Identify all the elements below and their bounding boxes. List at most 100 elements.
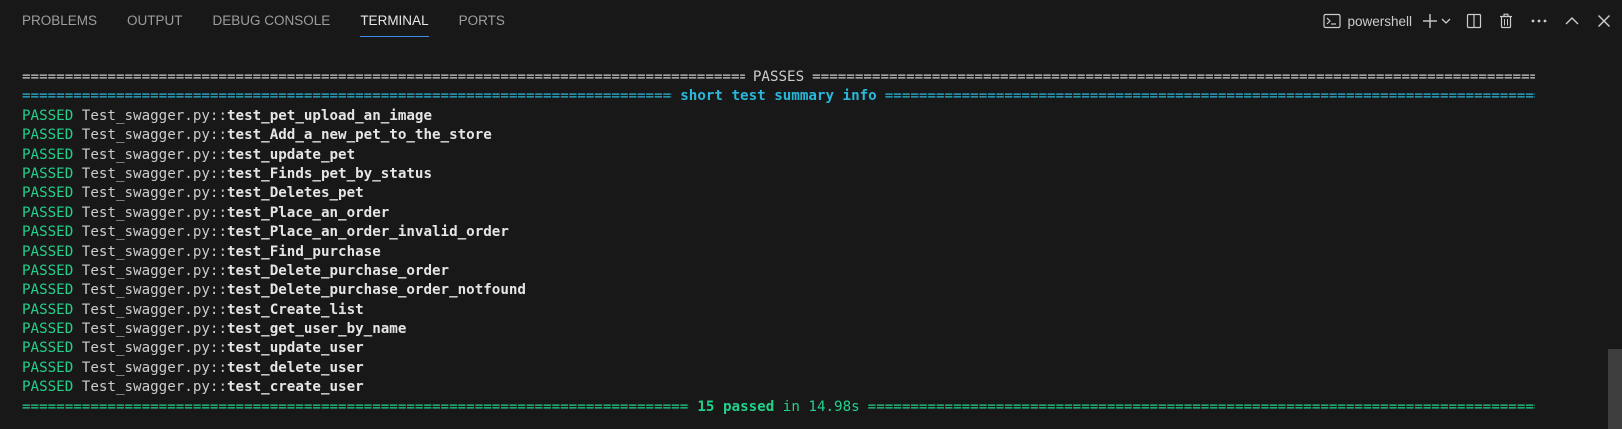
test-name: test_pet_upload_an_image — [227, 107, 433, 124]
test-separator: :: — [209, 262, 228, 279]
panel-tabs: PROBLEMS OUTPUT DEBUG CONSOLE TERMINAL P… — [22, 0, 535, 42]
duration: in 14.98s — [782, 398, 860, 415]
test-result-line: PASSED Test_swagger.py::test_Delete_purc… — [22, 262, 1592, 281]
test-result-line: PASSED Test_swagger.py::test_Add_a_new_p… — [22, 126, 1592, 145]
test-result-line: PASSED Test_swagger.py::test_create_user — [22, 378, 1592, 397]
test-file: Test_swagger.py — [81, 321, 210, 338]
terminal-scrollbar[interactable] — [1608, 42, 1622, 429]
test-separator: :: — [209, 146, 228, 163]
maximize-panel-button[interactable] — [1564, 7, 1580, 35]
test-status: PASSED — [22, 185, 74, 202]
chevron-up-icon — [1564, 13, 1580, 29]
test-result-line: PASSED Test_swagger.py::test_Find_purcha… — [22, 243, 1592, 262]
test-status: PASSED — [22, 301, 74, 318]
test-result-line: PASSED Test_swagger.py::test_update_user — [22, 339, 1592, 358]
test-separator: :: — [209, 321, 228, 338]
test-status: PASSED — [22, 262, 74, 279]
test-status: PASSED — [22, 165, 74, 182]
test-result-line: PASSED Test_swagger.py::test_get_user_by… — [22, 320, 1592, 339]
test-separator: :: — [209, 359, 228, 376]
test-name: test_Delete_purchase_order — [227, 262, 450, 279]
test-name: test_Finds_pet_by_status — [227, 165, 433, 182]
test-name: test_delete_user — [227, 359, 364, 376]
test-separator: :: — [209, 185, 228, 202]
terminal-icon — [1323, 13, 1342, 29]
test-file: Test_swagger.py — [81, 282, 210, 299]
more-actions-button[interactable] — [1530, 7, 1548, 35]
test-file: Test_swagger.py — [81, 185, 210, 202]
test-status: PASSED — [22, 127, 74, 144]
terminal-panel: PROBLEMS OUTPUT DEBUG CONSOLE TERMINAL P… — [0, 0, 1622, 429]
test-file: Test_swagger.py — [81, 107, 210, 124]
test-status: PASSED — [22, 379, 74, 396]
test-result-line: PASSED Test_swagger.py::test_Place_an_or… — [22, 204, 1592, 223]
split-terminal-button[interactable] — [1466, 7, 1482, 35]
test-separator: :: — [209, 165, 228, 182]
test-status: PASSED — [22, 107, 74, 124]
test-file: Test_swagger.py — [81, 359, 210, 376]
test-name: test_create_user — [227, 379, 364, 396]
close-panel-button[interactable] — [1596, 7, 1612, 35]
chevron-down-icon — [1440, 15, 1452, 27]
test-name: test_Deletes_pet — [227, 185, 364, 202]
scrollbar-thumb[interactable] — [1608, 349, 1622, 429]
test-file: Test_swagger.py — [81, 379, 210, 396]
test-result-line: PASSED Test_swagger.py::test_update_pet — [22, 146, 1592, 165]
test-separator: :: — [209, 243, 228, 260]
terminal-launch-profile-button[interactable] — [1440, 7, 1452, 35]
test-file: Test_swagger.py — [81, 204, 210, 221]
tab-problems[interactable]: PROBLEMS — [22, 0, 97, 42]
test-separator: :: — [209, 340, 228, 357]
test-file: Test_swagger.py — [81, 165, 210, 182]
test-name: test_Create_list — [227, 301, 364, 318]
shell-label: powershell — [1347, 13, 1412, 29]
test-result-line: PASSED Test_swagger.py::test_Delete_purc… — [22, 281, 1592, 300]
passes-separator: ========================================… — [22, 68, 1535, 87]
test-file: Test_swagger.py — [81, 301, 210, 318]
footer-separator: ========================================… — [22, 398, 1535, 417]
test-name: test_Place_an_order — [227, 204, 390, 221]
tab-ports[interactable]: PORTS — [459, 0, 505, 42]
test-result-line: PASSED Test_swagger.py::test_Place_an_or… — [22, 223, 1592, 242]
test-file: Test_swagger.py — [81, 224, 210, 241]
test-separator: :: — [209, 379, 228, 396]
passes-header: PASSES — [752, 69, 805, 85]
footer-summary: 15 passed in 14.98s — [689, 398, 867, 417]
test-separator: :: — [209, 127, 228, 144]
test-name: test_Find_purchase — [227, 243, 381, 260]
summary-separator: ========================================… — [22, 87, 1535, 106]
test-result-line: PASSED Test_swagger.py::test_Deletes_pet — [22, 184, 1592, 203]
split-icon — [1466, 13, 1482, 29]
test-status: PASSED — [22, 146, 74, 163]
test-separator: :: — [209, 204, 228, 221]
test-file: Test_swagger.py — [81, 127, 210, 144]
ellipsis-icon — [1530, 13, 1548, 29]
plus-icon — [1422, 13, 1438, 29]
test-status: PASSED — [22, 282, 74, 299]
summary-header: short test summary info — [680, 88, 877, 105]
test-status: PASSED — [22, 359, 74, 376]
test-name: test_update_user — [227, 340, 364, 357]
test-status: PASSED — [22, 243, 74, 260]
test-separator: :: — [209, 224, 228, 241]
terminal-actions: powershell — [1323, 0, 1612, 42]
test-separator: :: — [209, 107, 228, 124]
test-name: test_update_pet — [227, 146, 356, 163]
test-name: test_Add_a_new_pet_to_the_store — [227, 127, 492, 144]
close-icon — [1596, 13, 1612, 29]
terminal-shell-selector[interactable]: powershell — [1323, 7, 1412, 35]
test-status: PASSED — [22, 340, 74, 357]
test-status: PASSED — [22, 321, 74, 338]
test-status: PASSED — [22, 204, 74, 221]
tab-terminal[interactable]: TERMINAL — [360, 0, 429, 42]
new-terminal-button[interactable] — [1422, 7, 1438, 35]
test-result-line: PASSED Test_swagger.py::test_pet_upload_… — [22, 107, 1592, 126]
kill-terminal-button[interactable] — [1498, 7, 1514, 35]
test-result-line: PASSED Test_swagger.py::test_Finds_pet_b… — [22, 165, 1592, 184]
test-file: Test_swagger.py — [81, 262, 210, 279]
terminal-output[interactable]: ========================================… — [22, 68, 1592, 429]
test-status: PASSED — [22, 224, 74, 241]
test-separator: :: — [209, 301, 228, 318]
tab-output[interactable]: OUTPUT — [127, 0, 183, 42]
tab-debug-console[interactable]: DEBUG CONSOLE — [213, 0, 331, 42]
